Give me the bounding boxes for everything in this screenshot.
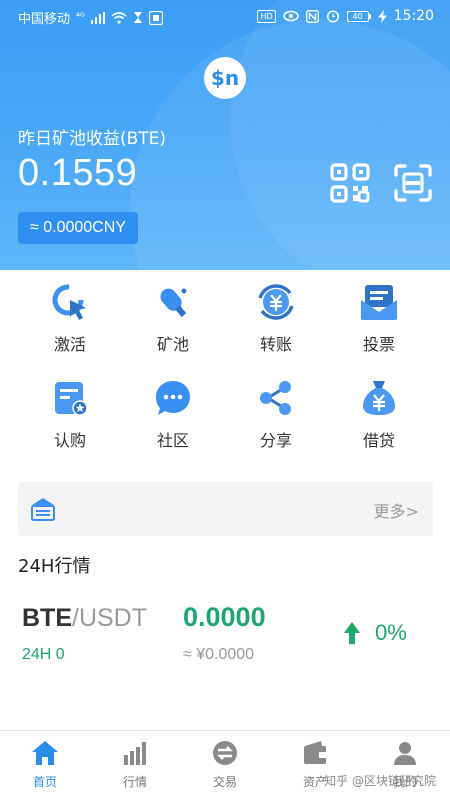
menu-item-label: 转账 bbox=[259, 335, 292, 354]
share-icon bbox=[260, 381, 291, 415]
app-notification-icon bbox=[148, 10, 163, 25]
cny-value-badge: ≈ 0.0000CNY bbox=[18, 212, 138, 244]
announcement-icon bbox=[31, 498, 55, 521]
qr-code-icon[interactable] bbox=[330, 163, 370, 203]
menu-item-label: 激活 bbox=[53, 335, 86, 354]
activate-icon bbox=[52, 284, 86, 320]
menu-item-mining-pool[interactable]: 矿池 bbox=[121, 282, 225, 355]
pair-quote: /USDT bbox=[72, 604, 147, 632]
carrier-label: 中国移动 bbox=[18, 12, 71, 27]
signal-label: ⁴ᴳ bbox=[76, 12, 85, 23]
status-bar: 中国移动 ⁴ᴳ HD 40 15:20 bbox=[0, 0, 450, 32]
mining-pool-icon bbox=[160, 288, 187, 317]
nav-home[interactable]: 首页 bbox=[0, 739, 90, 790]
charging-icon bbox=[377, 9, 387, 23]
battery-indicator: 40 bbox=[346, 10, 371, 22]
volume-24h: 24H 0 bbox=[22, 646, 65, 663]
trading-pair: BTE/USDT bbox=[22, 604, 147, 633]
earnings-label: 昨日矿池收益(BTE) bbox=[18, 129, 167, 149]
loan-icon bbox=[363, 381, 395, 415]
hourglass-icon bbox=[133, 12, 142, 23]
nav-label: 首页 bbox=[32, 775, 57, 789]
community-icon bbox=[156, 381, 190, 415]
market-section-title: 24H行情 bbox=[18, 556, 91, 577]
clock-label: 15:20 bbox=[393, 8, 434, 24]
menu-item-label: 认购 bbox=[53, 431, 86, 450]
scan-icon[interactable] bbox=[393, 163, 433, 203]
arrow-up-icon bbox=[344, 622, 360, 644]
price-cny: ≈ ¥0.0000 bbox=[183, 646, 255, 663]
menu-item-label: 分享 bbox=[259, 431, 292, 450]
bottom-nav: 首页 行情 交易 资产 我的 bbox=[0, 730, 450, 800]
subscribe-icon bbox=[55, 382, 88, 416]
vote-icon bbox=[361, 285, 397, 320]
price-value: 0.0000 bbox=[183, 602, 266, 632]
menu-item-label: 借贷 bbox=[362, 431, 395, 450]
watermark: 知乎 @区块链研究院 bbox=[324, 774, 436, 788]
menu-item-share[interactable]: 分享 bbox=[224, 378, 328, 451]
market-icon bbox=[124, 742, 146, 765]
transfer-icon bbox=[258, 284, 294, 320]
nav-market[interactable]: 行情 bbox=[90, 739, 180, 790]
price-change: 0% bbox=[343, 620, 407, 646]
trade-icon bbox=[213, 741, 237, 765]
menu-item-label: 投票 bbox=[362, 335, 395, 354]
home-icon bbox=[32, 741, 58, 765]
hd-badge: HD bbox=[257, 9, 276, 23]
change-percent: 0% bbox=[375, 620, 407, 645]
menu-item-activate[interactable]: 激活 bbox=[18, 282, 122, 355]
more-link[interactable]: 更多> bbox=[374, 498, 419, 522]
profile-icon bbox=[394, 742, 416, 765]
eye-icon bbox=[282, 10, 299, 22]
app-logo: $n bbox=[204, 57, 246, 99]
menu-item-transfer[interactable]: 转账 bbox=[224, 282, 328, 355]
menu-item-label: 社区 bbox=[156, 431, 189, 450]
header: 中国移动 ⁴ᴳ HD 40 15:20 $n 昨日矿池收益(BTE) 0.155… bbox=[0, 0, 450, 270]
menu-item-subscribe[interactable]: 认购 bbox=[18, 378, 122, 451]
nav-label: 行情 bbox=[122, 775, 147, 789]
nav-label: 交易 bbox=[212, 775, 237, 789]
menu-item-loan[interactable]: 借贷 bbox=[327, 378, 431, 451]
battery-level: 40 bbox=[346, 10, 369, 22]
menu-item-label: 矿池 bbox=[156, 335, 189, 354]
earnings-value: 0.1559 bbox=[18, 152, 138, 194]
wallet-icon bbox=[304, 741, 326, 764]
signal-icon bbox=[90, 11, 105, 24]
alarm-icon bbox=[326, 10, 339, 23]
nav-trade[interactable]: 交易 bbox=[180, 739, 270, 790]
menu-item-vote[interactable]: 投票 bbox=[327, 282, 431, 355]
wifi-icon bbox=[111, 11, 127, 24]
market-row[interactable]: BTE/USDT 24H 0 0.0000 ≈ ¥0.0000 0% bbox=[0, 596, 450, 696]
nfc-icon bbox=[305, 9, 319, 23]
menu-item-community[interactable]: 社区 bbox=[121, 378, 225, 451]
pair-base: BTE bbox=[22, 604, 72, 632]
announcement-bar[interactable]: 更多> bbox=[18, 482, 433, 536]
